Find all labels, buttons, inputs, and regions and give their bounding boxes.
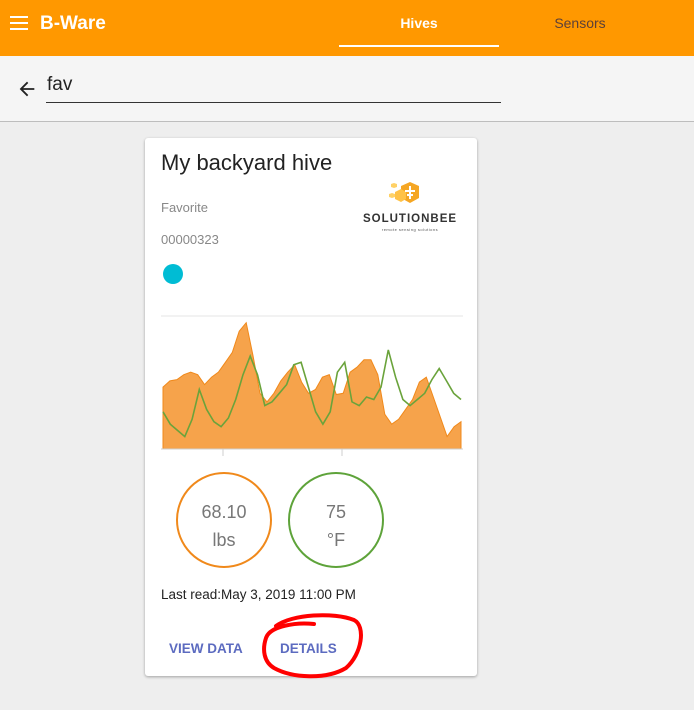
solutionbee-logo: SOLUTIONBEE remote sensing solutions [355, 182, 465, 232]
back-arrow-icon[interactable] [16, 78, 38, 100]
app-title: B-Ware [40, 13, 106, 34]
search-bar [0, 56, 694, 122]
hive-card: My backyard hive Favorite 00000323 SOLUT… [145, 138, 477, 676]
weight-area [162, 321, 462, 450]
tab-indicator [339, 45, 499, 47]
weight-unit: lbs [212, 530, 236, 550]
temperature-unit: °F [326, 530, 346, 550]
menu-icon[interactable] [10, 16, 28, 30]
temperature-value: 75 [325, 502, 347, 522]
view-data-button[interactable]: VIEW DATA [169, 641, 243, 656]
red-circle-annotation [262, 613, 363, 679]
weight-value: 68.10 [201, 502, 247, 522]
tab-hives[interactable]: Hives [339, 0, 499, 48]
search-input[interactable] [46, 68, 501, 103]
logo-text: SOLUTIONBEE [362, 213, 458, 225]
hive-id: 00000323 [161, 232, 219, 247]
hive-name: My backyard hive [161, 150, 333, 175]
last-read-text: Last read:May 3, 2019 11:00 PM [161, 587, 356, 602]
hive-chart [161, 315, 463, 456]
hive-subtitle: Favorite [161, 200, 208, 215]
tab-sensors[interactable]: Sensors [500, 0, 660, 48]
weight-gauge: 68.10 lbs [176, 472, 272, 568]
status-dot [163, 264, 183, 284]
logo-tagline: remote sensing solutions [381, 227, 439, 232]
temperature-gauge: 75 °F [288, 472, 384, 568]
bee-logo-icon [389, 182, 419, 203]
app-bar: B-Ware Hives Sensors [0, 0, 694, 56]
